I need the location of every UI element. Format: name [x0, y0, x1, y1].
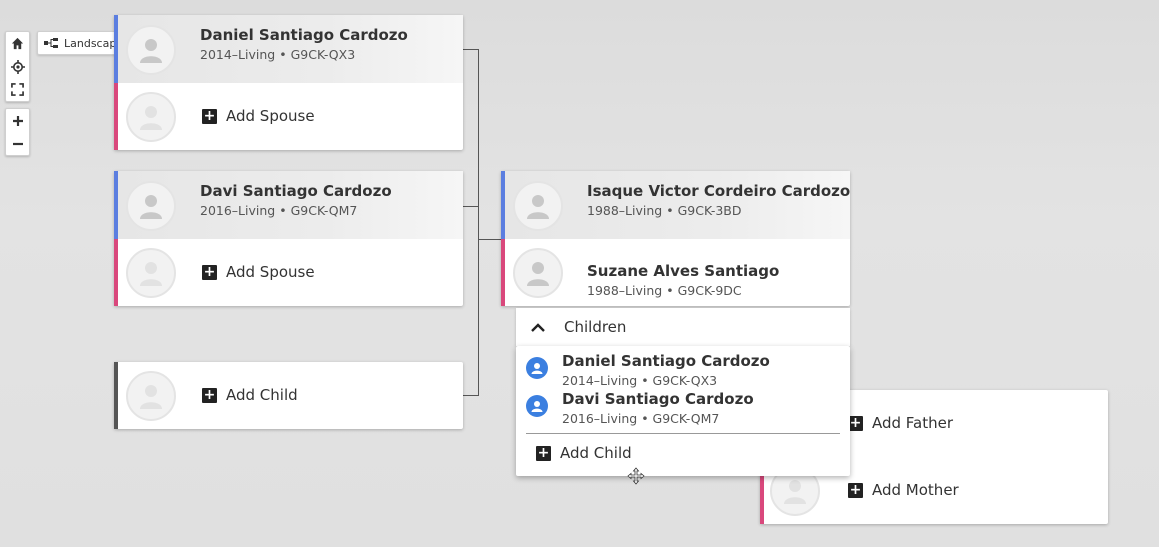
connector-line — [478, 49, 479, 395]
add-mother-button[interactable]: + Add Mother — [848, 481, 959, 499]
person-meta: 2014–Living • G9CK-QX3 — [200, 47, 356, 62]
child-meta: 2016–Living • G9CK-QM7 — [562, 411, 720, 426]
recenter-icon[interactable] — [6, 55, 29, 78]
plus-icon: + — [848, 481, 863, 498]
children-popup: Daniel Santiago Cardozo 2014–Living • G9… — [516, 346, 850, 476]
fullscreen-icon[interactable] — [6, 78, 29, 101]
add-spouse-button[interactable]: + Add Spouse — [202, 263, 315, 281]
chevron-up-icon — [530, 318, 546, 337]
children-toggle[interactable]: Children — [516, 308, 850, 346]
person-meta: 2016–Living • G9CK-QM7 — [200, 203, 358, 218]
plus-icon: + — [202, 263, 217, 280]
couple-card-parents: Isaque Victor Cordeiro Cardozo 1988–Livi… — [501, 171, 850, 306]
person-circle-icon — [526, 357, 548, 379]
avatar — [126, 181, 176, 231]
avatar — [126, 371, 176, 421]
avatar — [513, 248, 563, 298]
person-row[interactable]: Suzane Alves Santiago 1988–Living • G9CK… — [501, 239, 850, 306]
avatar — [126, 248, 176, 298]
zoom-out-icon[interactable] — [6, 132, 29, 155]
move-cursor-icon — [627, 467, 645, 485]
person-name[interactable]: Suzane Alves Santiago — [587, 262, 779, 280]
spouse-row: + Add Spouse — [114, 239, 463, 306]
person-silhouette-icon — [527, 262, 549, 286]
person-row[interactable]: Daniel Santiago Cardozo 2014–Living • G9… — [114, 15, 463, 83]
add-child-row: + Add Child — [114, 362, 463, 429]
zoom-controls — [5, 108, 30, 156]
person-circle-icon — [526, 395, 548, 417]
avatar — [126, 25, 176, 75]
person-name[interactable]: Davi Santiago Cardozo — [200, 182, 392, 200]
person-silhouette-icon — [140, 195, 162, 219]
child-list-item[interactable]: Davi Santiago Cardozo 2016–Living • G9CK… — [516, 384, 850, 426]
child-name: Daniel Santiago Cardozo — [562, 352, 770, 370]
person-silhouette-icon — [140, 106, 162, 130]
navigation-controls — [5, 31, 30, 102]
connector-line — [463, 395, 479, 396]
connector-line — [463, 206, 479, 207]
person-silhouette-icon — [784, 480, 806, 504]
person-card-davi: Davi Santiago Cardozo 2016–Living • G9CK… — [114, 171, 463, 306]
connector-line — [463, 49, 479, 50]
zoom-in-icon[interactable] — [6, 109, 29, 132]
divider — [526, 433, 840, 434]
person-meta: 1988–Living • G9CK-9DC — [587, 283, 742, 298]
add-child-button[interactable]: + Add Child — [202, 386, 298, 404]
connector-line — [478, 239, 502, 240]
person-name[interactable]: Daniel Santiago Cardozo — [200, 26, 408, 44]
child-list-item[interactable]: Daniel Santiago Cardozo 2014–Living • G9… — [516, 346, 850, 388]
spouse-row: + Add Spouse — [114, 83, 463, 150]
person-row[interactable]: Isaque Victor Cordeiro Cardozo 1988–Livi… — [501, 171, 850, 239]
tree-layout-icon — [44, 38, 58, 48]
add-child-card: + Add Child — [114, 362, 463, 429]
plus-icon: + — [202, 107, 217, 124]
popup-add-child-button[interactable]: + Add Child — [536, 444, 632, 462]
person-silhouette-icon — [140, 262, 162, 286]
person-row[interactable]: Davi Santiago Cardozo 2016–Living • G9CK… — [114, 171, 463, 239]
plus-icon: + — [202, 386, 217, 403]
person-silhouette-icon — [527, 195, 549, 219]
person-silhouette-icon — [140, 39, 162, 63]
avatar — [513, 181, 563, 231]
home-icon[interactable] — [6, 32, 29, 55]
plus-icon: + — [848, 414, 863, 431]
children-label: Children — [564, 318, 627, 336]
person-name[interactable]: Isaque Victor Cordeiro Cardozo — [587, 182, 850, 200]
person-card-daniel: Daniel Santiago Cardozo 2014–Living • G9… — [114, 15, 463, 150]
child-name: Davi Santiago Cardozo — [562, 390, 754, 408]
person-silhouette-icon — [140, 385, 162, 409]
person-meta: 1988–Living • G9CK-3BD — [587, 203, 742, 218]
add-spouse-button[interactable]: + Add Spouse — [202, 107, 315, 125]
plus-icon: + — [536, 444, 551, 461]
avatar — [126, 92, 176, 142]
add-father-button[interactable]: + Add Father — [848, 414, 953, 432]
